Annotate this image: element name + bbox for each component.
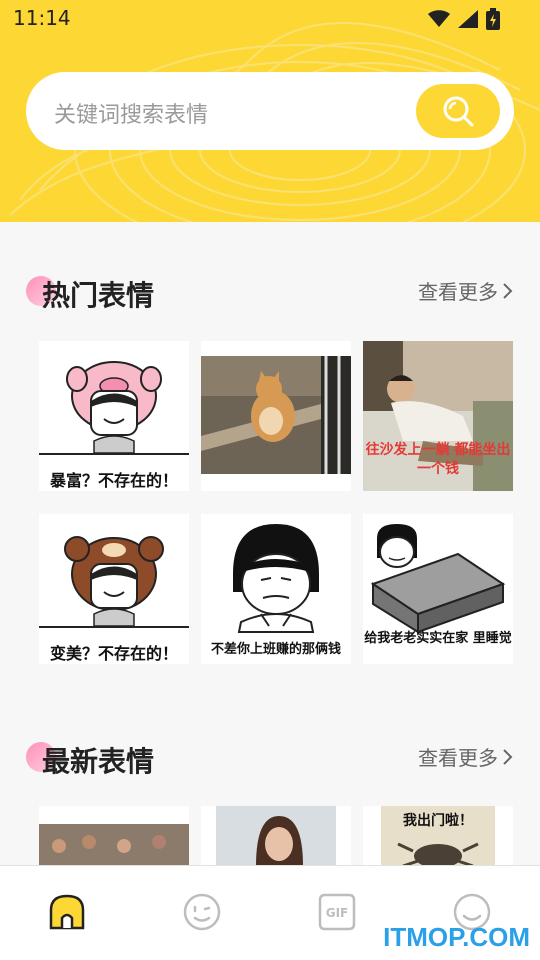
sticker-caption: 暴富？不存在的！ [49,471,178,490]
sticker-caption: 给我老老实实在家 里睡觉 [364,631,512,646]
cat-photo-image [201,356,351,474]
latest-section-title: 最新表情 [42,745,155,778]
sticker-caption: 往沙发上一躺 都能坐出一个钱 [365,442,511,477]
sticker-caption: 我出门啦！ [403,813,473,829]
nav-home[interactable] [47,892,87,932]
chevron-right-icon [503,282,513,299]
sticker-card[interactable]: 变美？不存在的！ [39,514,189,664]
latest-section-header: 最新表情 查看更多 [26,740,514,780]
woman-photo-image [216,806,336,866]
header: 11:14 关键词搜索表情 [0,0,540,222]
gif-label: GIF [326,906,349,920]
latest-more-link[interactable]: 查看更多 [418,742,514,771]
sticker-card[interactable]: 给我老老实实在家 里睡觉 [363,514,513,664]
nav-gif[interactable]: GIF [317,892,357,932]
signal-icon [458,10,478,28]
gif-icon: GIF [318,893,356,931]
sticker-card[interactable]: 不差你上班赚的那俩钱 [201,514,351,664]
sticker-card[interactable]: 往沙发上一躺 都能坐出一个钱 [363,341,513,491]
hot-section-title: 热门表情 [42,279,155,312]
search-icon [443,96,474,127]
latest-more-label: 查看更多 [418,746,498,770]
wifi-icon [428,10,450,27]
sticker-caption: 变美？不存在的！ [49,644,178,663]
crowd-photo-image [39,824,189,866]
sticker-card[interactable]: 暴富？不存在的！ [39,341,189,491]
watermark: ITMOP.COM [383,922,530,952]
chevron-right-icon [503,748,513,765]
status-icons [428,8,500,30]
hot-more-link[interactable]: 查看更多 [418,276,514,305]
emoji-icon [183,893,221,931]
sticker-card[interactable] [39,806,189,866]
home-icon [49,894,85,930]
sticker-card[interactable] [201,341,351,491]
hot-section-header: 热门表情 查看更多 [26,274,514,314]
sticker-card[interactable]: 我出门啦！ [363,806,513,866]
status-bar: 11:14 [0,0,540,38]
search-input[interactable]: 关键词搜索表情 [26,72,514,150]
search-placeholder: 关键词搜索表情 [54,103,209,128]
search-button[interactable] [416,84,500,138]
sticker-caption: 不差你上班赚的那俩钱 [210,642,341,657]
nav-emoji[interactable] [182,892,222,932]
status-time: 11:14 [13,6,71,30]
sticker-card[interactable] [201,806,351,866]
battery-icon [486,8,500,30]
hot-more-label: 查看更多 [418,280,498,304]
